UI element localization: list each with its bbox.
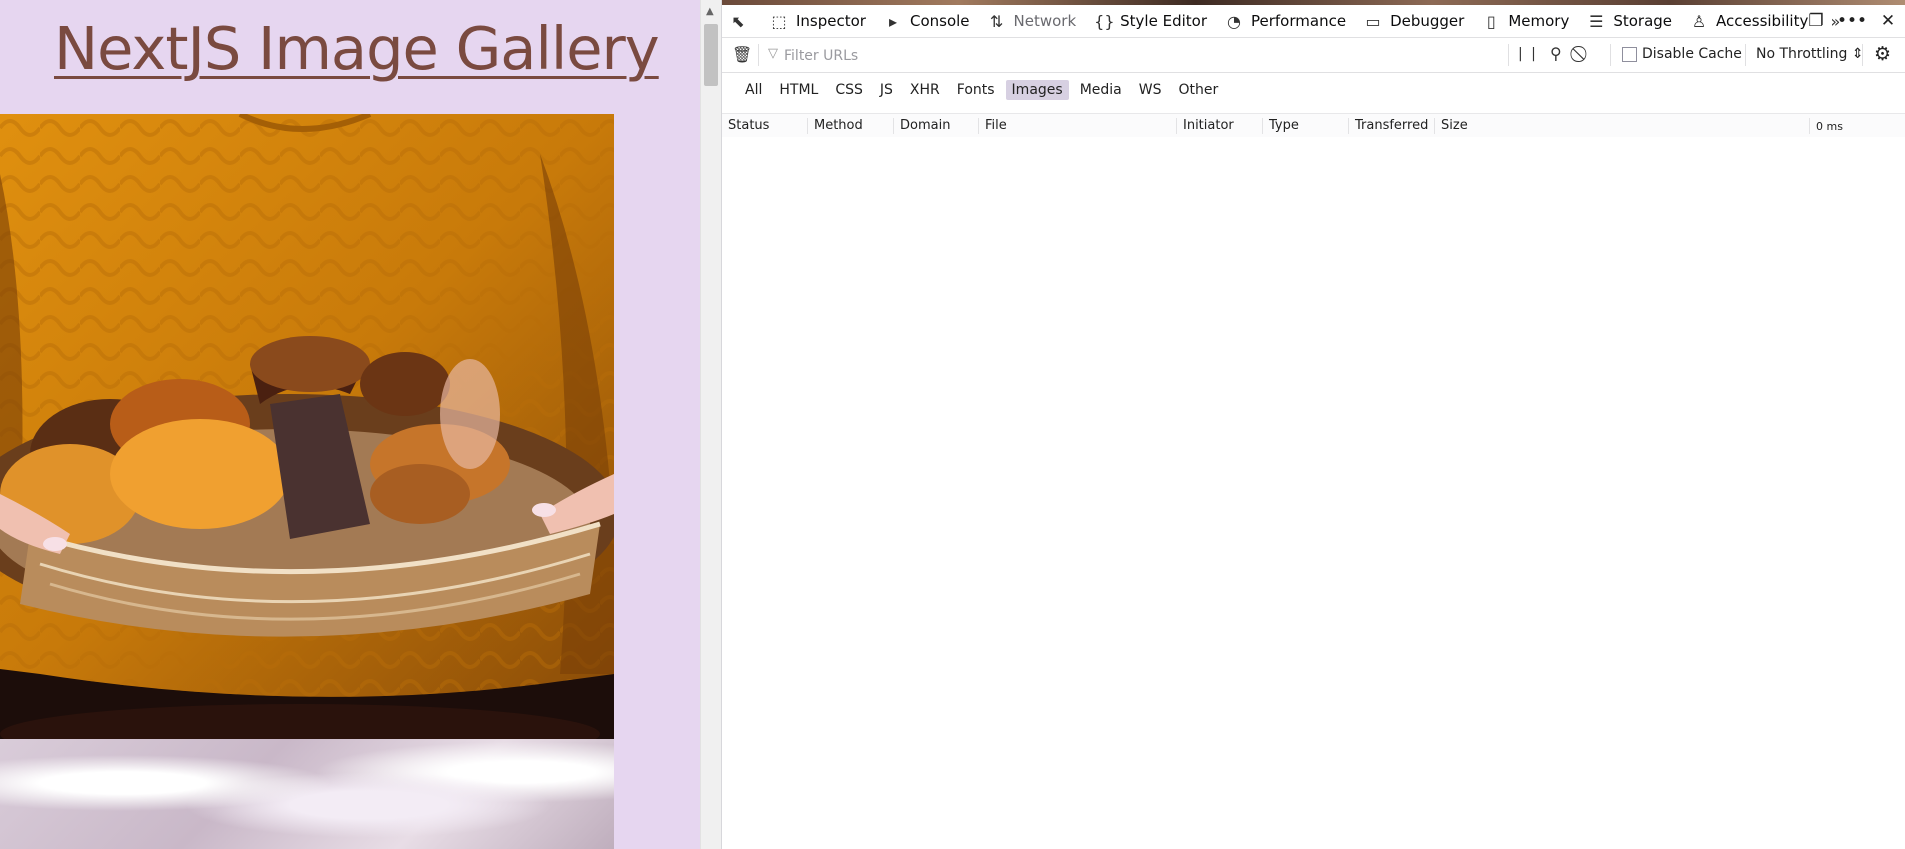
network-icon: ⇅: [989, 11, 1004, 31]
throttling-select[interactable]: No Throttling ⇕: [1756, 46, 1864, 62]
storage-icon: ☰: [1589, 11, 1604, 31]
request-type-filters: All HTML CSS JS XHR Fonts Images Media W…: [722, 73, 1905, 106]
inspector-icon: ⬚: [771, 11, 787, 31]
gallery-image-marble[interactable]: [0, 739, 614, 849]
search-icon[interactable]: ⚲: [1550, 44, 1562, 63]
filter-all[interactable]: All: [739, 80, 768, 100]
column-waterfall[interactable]: 0 ms: [1810, 120, 1905, 136]
gallery-image-basket[interactable]: [0, 114, 614, 739]
tab-console-label: Console: [909, 12, 970, 30]
filter-media[interactable]: Media: [1074, 80, 1128, 100]
column-size[interactable]: Size: [1435, 118, 1810, 134]
filter-html[interactable]: HTML: [773, 80, 824, 100]
filter-xhr[interactable]: XHR: [904, 80, 946, 100]
scroll-thumb[interactable]: [704, 24, 718, 86]
basket-photo: [0, 114, 614, 739]
toolbar-divider: [1508, 44, 1509, 66]
checkbox-box[interactable]: [1622, 46, 1637, 62]
tab-inspector[interactable]: ⬚ Inspector: [762, 5, 876, 37]
close-icon[interactable]: ✕: [1870, 11, 1905, 31]
tab-style-editor-label: Style Editor: [1120, 12, 1207, 30]
more-options-icon[interactable]: •••: [1834, 11, 1870, 31]
memory-icon: ▯: [1486, 11, 1496, 31]
accessibility-icon: ♙: [1691, 11, 1707, 31]
tab-memory[interactable]: ▯ Memory: [1474, 5, 1579, 37]
disable-cache-checkbox[interactable]: Disable Cache: [1622, 46, 1742, 62]
tab-network-label: Network: [1013, 12, 1077, 30]
debugger-icon: ▭: [1365, 11, 1381, 31]
filter-fonts[interactable]: Fonts: [951, 80, 1001, 100]
column-status[interactable]: Status: [722, 118, 808, 134]
dock-side-icon[interactable]: ❐: [1798, 11, 1834, 31]
filter-other[interactable]: Other: [1172, 80, 1224, 100]
tab-debugger-label: Debugger: [1390, 12, 1465, 30]
scroll-up-arrow-icon[interactable]: ▲: [706, 6, 714, 17]
console-icon: ▸: [888, 11, 897, 31]
filter-css[interactable]: CSS: [829, 80, 869, 100]
network-toolbar: 🗑 ▽ | | ⚲ ⃠ Disable Cache No Throttling …: [722, 38, 1905, 73]
element-picker-icon: ⬉: [731, 11, 745, 31]
column-type[interactable]: Type: [1263, 118, 1349, 134]
devtools-panel: ⬉ ⬚ Inspector ▸ Console ⇅ Network {} Sty…: [721, 0, 1905, 849]
request-table-header: Status Method Domain File Initiator Type…: [722, 113, 1905, 138]
tab-accessibility-label: Accessibility: [1716, 12, 1809, 30]
toolbar-divider: [1862, 44, 1863, 66]
page-title[interactable]: NextJS Image Gallery: [54, 14, 660, 83]
filter-urls-input[interactable]: [782, 44, 1206, 68]
tab-network[interactable]: ⇅ Network: [980, 5, 1087, 37]
tab-storage-label: Storage: [1613, 12, 1673, 30]
tab-style-editor[interactable]: {} Style Editor: [1086, 5, 1217, 37]
column-file[interactable]: File: [979, 118, 1177, 134]
column-transferred[interactable]: Transferred: [1349, 118, 1435, 134]
devtools-toolbox-tabs: ⬉ ⬚ Inspector ▸ Console ⇅ Network {} Sty…: [722, 5, 1905, 38]
filter-icon: ▽: [768, 46, 778, 61]
style-editor-icon: {}: [1094, 11, 1115, 31]
toolbar-divider: [1610, 44, 1611, 66]
element-picker-button[interactable]: ⬉: [722, 5, 762, 37]
toolbar-divider: [758, 44, 759, 66]
tab-storage[interactable]: ☰ Storage: [1579, 5, 1682, 37]
trash-icon[interactable]: 🗑: [732, 45, 752, 64]
gear-icon[interactable]: ⚙: [1874, 43, 1891, 65]
column-initiator[interactable]: Initiator: [1177, 118, 1263, 134]
disable-cache-label: Disable Cache: [1642, 46, 1742, 62]
pause-icon[interactable]: | |: [1518, 46, 1538, 62]
toolbar-divider: [1745, 44, 1746, 66]
column-domain[interactable]: Domain: [894, 118, 979, 134]
filter-js[interactable]: JS: [874, 80, 899, 100]
performance-icon: ◔: [1227, 11, 1241, 31]
tab-performance-label: Performance: [1251, 12, 1347, 30]
tab-performance[interactable]: ◔ Performance: [1217, 5, 1356, 37]
tab-debugger[interactable]: ▭ Debugger: [1356, 5, 1474, 37]
filter-images[interactable]: Images: [1005, 79, 1069, 100]
page-scrollbar[interactable]: ▲: [700, 0, 721, 849]
toolbox-right-controls: ❐ ••• ✕: [1798, 5, 1905, 37]
tab-memory-label: Memory: [1508, 12, 1570, 30]
request-list[interactable]: [722, 137, 1905, 849]
filter-ws[interactable]: WS: [1133, 80, 1168, 100]
column-method[interactable]: Method: [808, 118, 894, 134]
tab-console[interactable]: ▸ Console: [876, 5, 980, 37]
tab-inspector-label: Inspector: [796, 12, 866, 30]
page-viewport: NextJS Image Gallery: [0, 0, 700, 849]
